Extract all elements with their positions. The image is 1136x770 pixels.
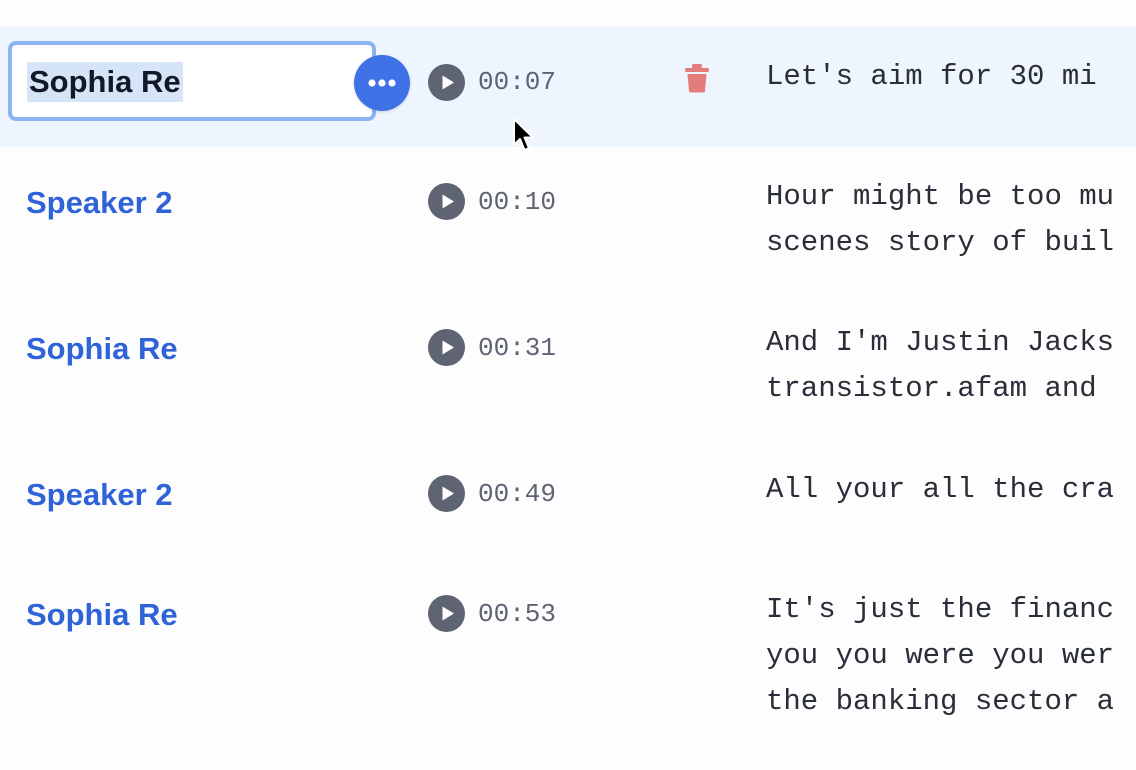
segment-text[interactable]: Hour might be too mu scenes story of bui… [766,174,1114,266]
segment-text-line: And I'm Justin Jacks [766,326,1115,359]
play-icon[interactable] [428,329,465,366]
segment-text-line: you you were you wer [766,639,1115,672]
speaker-name[interactable]: Sophia Re [26,597,178,633]
segment-timestamp[interactable]: 00:49 [478,479,556,509]
transcript-row: Sophia Re 00:53 It's just the financ you… [0,559,1136,759]
segment-text-line: Let's aim for 30 mi [766,60,1097,93]
speaker-name[interactable]: Speaker 2 [26,477,173,513]
segment-text[interactable]: It's just the financ you you were you we… [766,587,1114,725]
transcript-row: Sophia Re 00:31 And I'm Justin Jacks tra… [0,293,1136,439]
mouse-cursor-icon [513,118,534,151]
segment-text-line: scenes story of buil [766,226,1115,259]
trash-icon[interactable] [683,63,711,93]
segment-timestamp[interactable]: 00:10 [478,187,556,217]
segment-text-line: It's just the financ [766,593,1115,626]
speaker-name[interactable]: Sophia Re [26,331,178,367]
segment-timestamp[interactable]: 00:31 [478,333,556,363]
ellipsis-icon [368,79,396,87]
play-icon[interactable] [428,595,465,632]
segment-text-line: transistor.afam and [766,372,1097,405]
play-icon[interactable] [428,475,465,512]
transcript-list: Sophia Re 00:07 Let's aim for 30 mi Spea… [0,0,1136,770]
segment-text-line: the banking sector a [766,685,1115,718]
segment-text[interactable]: And I'm Justin Jacks transistor.afam and [766,320,1114,412]
play-icon[interactable] [428,64,465,101]
play-icon[interactable] [428,183,465,220]
transcript-row-editing: Sophia Re 00:07 Let's aim for 30 mi [0,27,1136,147]
segment-text-line: Hour might be too mu [766,180,1115,213]
segment-text-line: All your all the cra [766,473,1115,506]
segment-timestamp[interactable]: 00:53 [478,599,556,629]
transcript-row: Speaker 2 00:10 Hour might be too mu sce… [0,147,1136,293]
segment-text[interactable]: All your all the cra [766,467,1114,513]
segment-text[interactable]: Let's aim for 30 mi [766,54,1097,100]
transcript-row: Speaker 2 00:49 All your all the cra [0,439,1136,559]
speaker-name-input[interactable]: Sophia Re [8,41,376,121]
speaker-name-selection: Sophia Re [27,62,183,102]
more-options-button[interactable] [354,55,410,111]
speaker-name[interactable]: Speaker 2 [26,185,173,221]
segment-timestamp[interactable]: 00:07 [478,67,556,97]
